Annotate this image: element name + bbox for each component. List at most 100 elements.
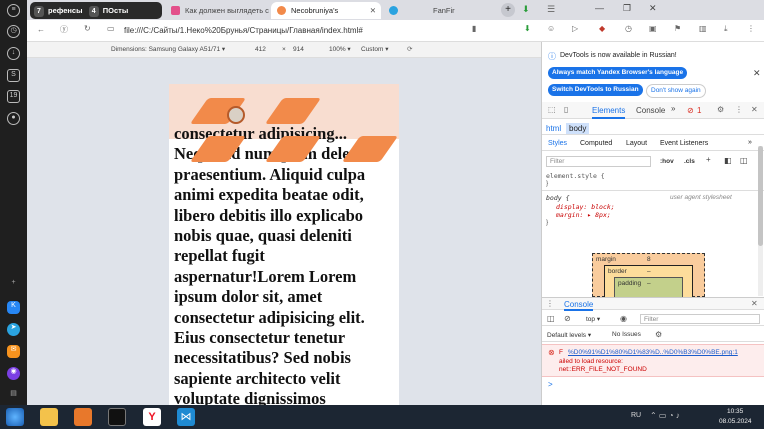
folder-icon[interactable] bbox=[40, 408, 58, 426]
box-model-margin: margin 8 border – padding – bbox=[592, 253, 705, 299]
language-indicator[interactable]: RU bbox=[631, 412, 641, 419]
close-icon[interactable]: ✕ bbox=[649, 3, 657, 14]
zoom-select[interactable]: 100% ▾ bbox=[329, 42, 351, 58]
crumb-html[interactable]: html bbox=[546, 124, 561, 133]
error-count[interactable]: 1 bbox=[697, 106, 701, 115]
clock-date[interactable]: 08.05.2024 bbox=[719, 418, 752, 425]
drawer-menu-icon[interactable]: ⋮ bbox=[546, 299, 554, 308]
box-model-border: border – padding – bbox=[604, 265, 693, 299]
download-icon[interactable]: ⬇ bbox=[522, 4, 530, 15]
close-icon[interactable]: ✕ bbox=[751, 105, 758, 114]
minimize-icon[interactable]: — bbox=[595, 3, 604, 13]
start-icon[interactable] bbox=[6, 408, 24, 426]
extension-icon[interactable]: ▥ bbox=[699, 24, 707, 33]
tray-icons[interactable]: ⌃ ▭ ◔ ♪ bbox=[650, 411, 680, 420]
reload-icon[interactable]: ↻ bbox=[84, 24, 91, 33]
url-field[interactable]: file:///C:/Сайты/1.Неко%20Брунья/Страниц… bbox=[124, 24, 504, 38]
yandex-browser-icon[interactable]: Y bbox=[143, 408, 161, 426]
tab-event-listeners[interactable]: Event Listeners bbox=[660, 140, 708, 147]
vk-icon[interactable]: K bbox=[7, 301, 20, 314]
clock-time[interactable]: 10:35 bbox=[727, 408, 743, 415]
switch-language-button[interactable]: Switch DevTools to Russian bbox=[548, 84, 643, 96]
close-icon[interactable]: ✕ bbox=[751, 299, 758, 308]
extension-icon[interactable]: ▣ bbox=[649, 24, 657, 33]
extension-icon[interactable]: ⤓ bbox=[724, 24, 728, 34]
tab-3[interactable]: FanFir bbox=[383, 2, 493, 19]
close-icon[interactable]: ✕ bbox=[753, 68, 761, 79]
app-icon[interactable]: 19 bbox=[7, 90, 20, 103]
alice-icon[interactable]: ◉ bbox=[7, 367, 20, 380]
terminal-icon[interactable] bbox=[108, 408, 126, 426]
throttle-select[interactable]: Custom ▾ bbox=[361, 42, 388, 58]
dont-show-button[interactable]: Don't show again bbox=[646, 84, 706, 98]
scrollbar[interactable] bbox=[758, 146, 763, 296]
page-content: consectetur adipisicing... Neque ad numq… bbox=[169, 84, 399, 405]
tab-layout[interactable]: Layout bbox=[626, 140, 647, 147]
extension-icon[interactable]: ⬇ bbox=[524, 24, 531, 33]
tab-group[interactable]: 7 рефенсы 4 ПОсты bbox=[30, 2, 162, 19]
element-state-icon[interactable]: ◧ bbox=[724, 156, 732, 165]
height-input[interactable]: 914 bbox=[293, 42, 304, 58]
console-tab[interactable]: Console bbox=[564, 300, 594, 311]
app-icon[interactable]: ● bbox=[7, 112, 20, 125]
rotate-icon[interactable]: ⟳ bbox=[407, 42, 412, 58]
telegram-icon[interactable]: ➤ bbox=[7, 323, 20, 336]
media-player-icon[interactable] bbox=[74, 408, 92, 426]
eye-icon[interactable]: ◉ bbox=[620, 314, 627, 323]
more-icon[interactable]: ⋮ bbox=[735, 105, 743, 114]
add-icon[interactable]: + bbox=[7, 278, 20, 291]
console-prompt[interactable]: > bbox=[548, 380, 553, 389]
tab-computed[interactable]: Computed bbox=[580, 140, 612, 147]
crumb-body[interactable]: body bbox=[566, 123, 590, 134]
device-toolbar: Dimensions: Samsung Galaxy A51/71 ▾ 412 … bbox=[27, 42, 541, 58]
clock-icon[interactable]: ◷ bbox=[7, 25, 20, 38]
more-icon[interactable]: ⋮ bbox=[747, 24, 755, 33]
extension-icon[interactable]: ⚑ bbox=[674, 24, 681, 33]
levels-select[interactable]: Default levels ▾ bbox=[547, 331, 591, 339]
restore-icon[interactable]: ❐ bbox=[623, 3, 631, 14]
add-rule-icon[interactable]: + bbox=[706, 155, 711, 164]
issues-label[interactable]: No Issues bbox=[612, 331, 641, 338]
download-icon[interactable]: ↓ bbox=[7, 47, 20, 60]
extension-icon[interactable]: ◆ bbox=[599, 24, 605, 33]
settings-icon[interactable]: ⚙ bbox=[655, 330, 662, 339]
tab-console[interactable]: Console bbox=[636, 106, 665, 115]
app-icon[interactable]: S bbox=[7, 69, 20, 82]
clear-console-icon[interactable]: ⊘ bbox=[564, 314, 571, 323]
styles-filter[interactable]: Filter bbox=[546, 156, 651, 167]
back-icon[interactable]: ← bbox=[37, 25, 45, 34]
hov-toggle[interactable]: :hov bbox=[660, 158, 674, 165]
computed-sidebar-icon[interactable]: ◫ bbox=[740, 156, 748, 165]
close-icon[interactable]: ✕ bbox=[370, 2, 376, 19]
inspect-icon[interactable]: ⬚ bbox=[548, 105, 556, 114]
settings-icon[interactable]: ⚙ bbox=[717, 105, 724, 114]
width-input[interactable]: 412 bbox=[255, 42, 266, 58]
settings-icon[interactable]: ▤ bbox=[7, 389, 20, 402]
device-select[interactable]: Dimensions: Samsung Galaxy A51/71 ▾ bbox=[111, 42, 225, 58]
mail-icon[interactable]: ✉ bbox=[7, 345, 20, 358]
tab-1[interactable]: Как должен выглядеть са bbox=[165, 2, 269, 19]
bookmark-icon[interactable]: ▮ bbox=[472, 24, 476, 33]
match-language-button[interactable]: Always match Yandex Browser's language bbox=[548, 67, 688, 79]
vscode-icon[interactable]: ⋈ bbox=[177, 408, 195, 426]
devtools-panel: ⓘ DevTools is now available in Russian! … bbox=[541, 42, 764, 405]
more-tabs-icon[interactable]: » bbox=[748, 139, 752, 146]
context-select[interactable]: top ▾ bbox=[586, 315, 600, 323]
device-icon[interactable]: ▯ bbox=[564, 105, 568, 114]
cls-toggle[interactable]: .cls bbox=[684, 158, 695, 165]
menu-icon[interactable]: ≡ bbox=[7, 4, 20, 17]
tab-styles[interactable]: Styles bbox=[548, 140, 567, 147]
extension-icon[interactable]: ☺ bbox=[547, 24, 555, 33]
error-source-link[interactable]: %D0%91%D1%80%D1%83%D..%D0%B3%D0%BE.png:1 bbox=[568, 349, 738, 356]
error-message: ailed to load resource: bbox=[559, 358, 623, 365]
extension-icon[interactable]: ▷ bbox=[572, 24, 578, 33]
console-filter[interactable]: Filter bbox=[640, 314, 760, 324]
menu-icon[interactable]: ☰ bbox=[547, 4, 555, 15]
tab-active[interactable]: Necobruniya's ✕ bbox=[271, 2, 381, 19]
sidebar-icon[interactable]: ◫ bbox=[547, 314, 555, 323]
more-tabs-icon[interactable]: » bbox=[671, 104, 675, 113]
new-tab-button[interactable]: + bbox=[501, 3, 515, 17]
yandex-icon[interactable]: ⓨ bbox=[60, 24, 68, 35]
extension-icon[interactable]: ◷ bbox=[625, 24, 632, 33]
tab-elements[interactable]: Elements bbox=[592, 106, 626, 119]
